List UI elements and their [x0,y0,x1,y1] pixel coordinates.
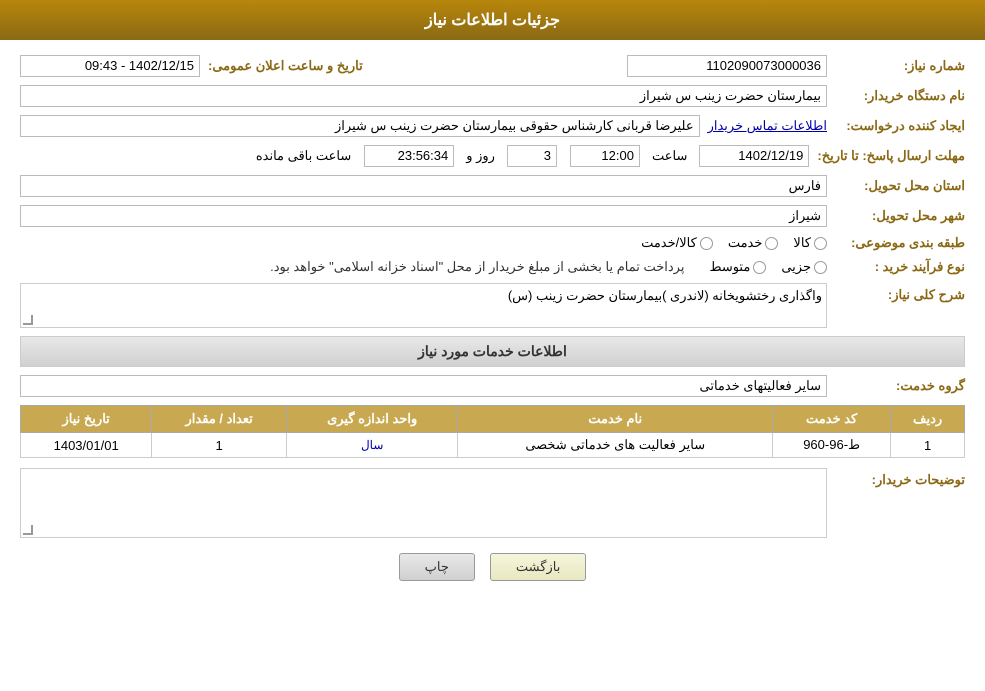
province-row: استان محل تحویل: فارس [20,175,965,197]
process-jozi-label: جزیی [781,259,811,275]
buyer-org-row: نام دستگاه خریدار: بیمارستان حضرت زینب س… [20,85,965,107]
category-kala-label: کالا [793,235,811,251]
category-label: طبقه بندی موضوعی: [835,235,965,251]
category-option-khedmat: خدمت [728,235,779,251]
radio-jozi[interactable] [814,261,827,274]
category-options: کالا خدمت کالا/خدمت [641,235,827,251]
category-row: طبقه بندی موضوعی: کالا خدمت کالا/خدمت [20,235,965,251]
cell-date: 1403/01/01 [21,433,152,458]
service-group-label: گروه خدمت: [835,378,965,394]
category-option-kala-khedmat: کالا/خدمت [641,235,713,251]
radio-kala[interactable] [814,237,827,250]
city-row: شهر محل تحویل: شیراز [20,205,965,227]
announcement-date-value: 1402/12/15 - 09:43 [20,55,200,77]
process-jozi: جزیی [781,259,827,275]
purchase-type-note: پرداخت تمام یا بخشی از مبلغ خریدار از مح… [270,259,684,275]
deadline-day-label: روز و [466,148,495,164]
province-label: استان محل تحویل: [835,178,965,194]
deadline-row: مهلت ارسال پاسخ: تا تاریخ: 1402/12/19 سا… [20,145,965,167]
page-header: جزئیات اطلاعات نیاز [0,0,985,40]
back-button[interactable]: بازگشت [490,553,586,581]
col-header-quantity: تعداد / مقدار [152,406,287,433]
category-option-kala: کالا [793,235,827,251]
purchase-type-label: نوع فرآیند خرید : [835,259,965,275]
resize-handle[interactable] [23,315,33,325]
need-number-value: 1102090073000036 [627,55,827,77]
page-title: جزئیات اطلاعات نیاز [425,12,560,29]
print-button[interactable]: چاپ [399,553,475,581]
deadline-remaining-label: ساعت باقی مانده [256,148,351,164]
deadline-time-value: 12:00 [570,145,640,167]
deadline-date: 1402/12/19 [699,145,809,167]
table-row: 1 ط-96-960 سایر فعالیت های خدماتی شخصی س… [21,433,965,458]
cell-service-name: سایر فعالیت های خدماتی شخصی [458,433,773,458]
cell-quantity: 1 [152,433,287,458]
col-header-service-name: نام خدمت [458,406,773,433]
creator-link[interactable]: اطلاعات تماس خریدار [708,118,827,134]
content-area: شماره نیاز: 1102090073000036 تاریخ و ساع… [0,40,985,611]
process-motavaset-label: متوسط [709,259,750,275]
creator-value: علیرضا قربانی کارشناس حقوقی بیمارستان حض… [20,115,700,137]
deadline-day-value: 3 [507,145,557,167]
province-value: فارس [20,175,827,197]
need-description-row: شرح کلی نیاز: واگذاری رختشویخانه (لاندری… [20,283,965,328]
need-description-value: واگذاری رختشویخانه (لاندری )بیمارستان حض… [508,288,822,303]
cell-row-num: 1 [891,433,965,458]
col-header-unit: واحد اندازه گیری [286,406,457,433]
creator-row: ایجاد کننده درخواست: اطلاعات تماس خریدار… [20,115,965,137]
service-group-row: گروه خدمت: سایر فعالیتهای خدماتی [20,375,965,397]
buyer-org-value: بیمارستان حضرت زینب س شیراز [20,85,827,107]
deadline-time-label: ساعت [652,148,687,164]
buyer-notes-row: توضیحات خریدار: [20,468,965,538]
buyer-notes-label: توضیحات خریدار: [835,468,965,488]
process-motavaset: متوسط [709,259,766,275]
page-wrapper: جزئیات اطلاعات نیاز شماره نیاز: 11020900… [0,0,985,691]
city-label: شهر محل تحویل: [835,208,965,224]
services-table: ردیف کد خدمت نام خدمت واحد اندازه گیری ت… [20,405,965,458]
radio-khedmat[interactable] [765,237,778,250]
need-number-label: شماره نیاز: [835,58,965,74]
services-section-title: اطلاعات خدمات مورد نیاز [20,336,965,367]
need-description-label: شرح کلی نیاز: [835,283,965,303]
radio-motavaset[interactable] [753,261,766,274]
purchase-type-row: نوع فرآیند خرید : جزیی متوسط پرداخت تمام… [20,259,965,275]
process-type-options: جزیی متوسط پرداخت تمام یا بخشی از مبلغ خ… [20,259,827,275]
creator-label: ایجاد کننده درخواست: [835,118,965,134]
col-header-row-num: ردیف [891,406,965,433]
buyer-org-label: نام دستگاه خریدار: [835,88,965,104]
need-number-row: شماره نیاز: 1102090073000036 تاریخ و ساع… [20,55,965,77]
cell-unit: سال [286,433,457,458]
deadline-label: مهلت ارسال پاسخ: تا تاریخ: [817,148,965,164]
col-header-service-code: کد خدمت [773,406,891,433]
buyer-notes-box[interactable] [20,468,827,538]
service-group-value: سایر فعالیتهای خدماتی [20,375,827,397]
city-value: شیراز [20,205,827,227]
category-kala-khedmat-label: کالا/خدمت [641,235,697,251]
category-khedmat-label: خدمت [728,235,763,251]
need-description-box: واگذاری رختشویخانه (لاندری )بیمارستان حض… [20,283,827,328]
announcement-date-label: تاریخ و ساعت اعلان عمومی: [208,58,363,74]
resize-handle-notes[interactable] [23,525,33,535]
col-header-date: تاریخ نیاز [21,406,152,433]
radio-kala-khedmat[interactable] [700,237,713,250]
button-row: بازگشت چاپ [20,553,965,596]
cell-service-code: ط-96-960 [773,433,891,458]
deadline-remaining: 23:56:34 [364,145,454,167]
table-header-row: ردیف کد خدمت نام خدمت واحد اندازه گیری ت… [21,406,965,433]
